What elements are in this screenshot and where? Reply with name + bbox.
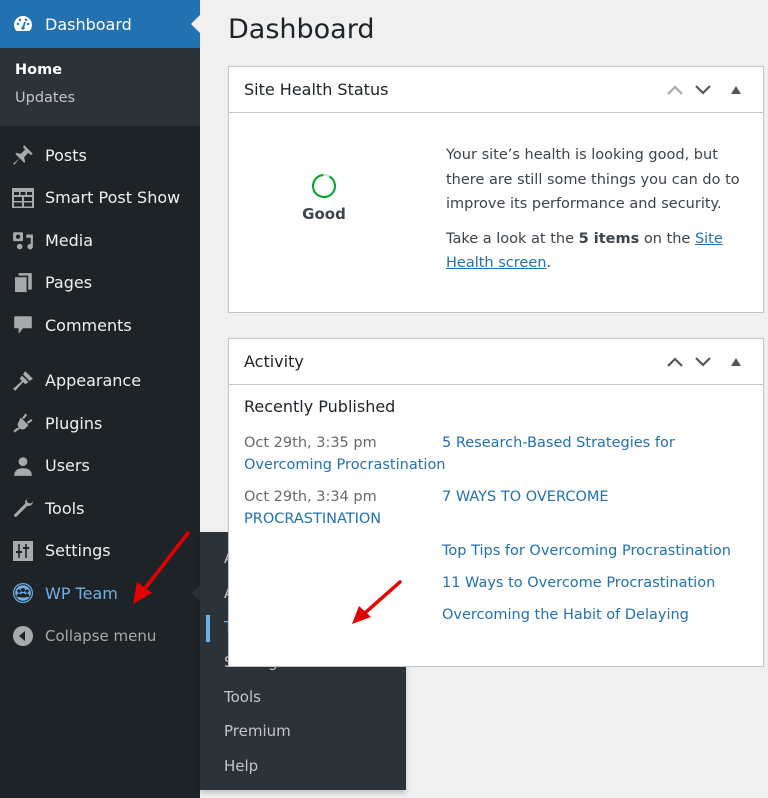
chevron-down-icon [695,84,711,95]
sidebar-item-label: Posts [45,145,87,165]
media-icon [11,228,35,252]
sidebar-item-posts[interactable]: Posts [0,134,200,177]
note-text: Take a look at the [446,230,579,247]
move-up-button[interactable] [661,84,689,96]
post-date: Oct 29th, 3:35 pm [244,435,377,451]
sidebar-item-settings[interactable]: Settings [0,530,200,573]
recently-published-heading: Recently Published [244,397,396,416]
flyout-pointer [192,585,200,601]
plug-icon [11,411,35,435]
flyout-item-help[interactable]: Help [200,749,406,784]
health-content: Good Your site’s health is looking good,… [229,113,763,276]
sidebar-item-label: Users [45,456,90,476]
pin-icon [11,143,35,167]
health-status-label: Good [302,205,346,223]
site-health-widget: Site Health Status Good Your site’s heal… [228,66,764,313]
widget-actions [661,84,749,96]
list-item: Oct 29th, 3:35 pm 5 Research-Based Strate… [244,432,748,476]
note-text: . [546,255,552,271]
health-indicator: Good [229,143,419,276]
submenu-item-updates[interactable]: Updates [0,84,200,112]
move-down-button[interactable] [689,84,717,96]
widget-header: Activity [229,339,763,385]
sidebar-menu: Posts Smart Post Show Media Pages Commen… [0,126,200,657]
sidebar-item-plugins[interactable]: Plugins [0,402,200,445]
health-message: Your site’s health is looking good, but … [419,143,749,276]
sliders-icon [11,539,35,563]
widget-header: Site Health Status [229,67,763,113]
sidebar-item-label: Comments [45,315,132,335]
flyout-item-premium[interactable]: Premium [200,714,406,749]
chevron-up-icon [667,356,683,367]
post-link[interactable]: 11 Ways to Overcome Procrastination [442,575,715,591]
sidebar-item-label: WP Team [45,583,118,603]
list-item: Top Tips for Overcoming Procrastination [244,540,748,562]
dashboard-icon [11,12,35,36]
widget-title: Site Health Status [244,80,389,99]
widget-actions [661,356,749,368]
activity-content: Recently Published Oct 29th, 3:35 pm 5 Re… [229,385,763,626]
collapse-label: Collapse menu [45,626,157,645]
note-text: on the [639,230,695,247]
collapse-menu-button[interactable]: Collapse menu [0,615,200,658]
pages-icon [11,271,35,295]
collapse-icon [11,624,35,648]
widget-title: Activity [244,352,304,371]
sidebar-item-label: Appearance [45,371,142,391]
post-date: Oct 29th, 3:34 pm [244,489,377,505]
comment-icon [11,313,35,337]
sidebar-item-label: Plugins [45,413,103,433]
toggle-panel-button[interactable] [723,357,749,366]
sidebar-item-users[interactable]: Users [0,445,200,488]
sidebar-item-label: Smart Post Show [45,188,181,208]
health-summary: Your site’s health is looking good, but … [446,147,740,212]
toggle-panel-button[interactable] [723,85,749,94]
sidebar-item-label: Pages [45,273,93,293]
health-ring-progress [312,174,336,198]
sidebar-item-tools[interactable]: Tools [0,487,200,530]
sidebar-item-media[interactable]: Media [0,219,200,262]
sidebar-item-dashboard[interactable]: Dashboard [0,0,200,48]
grid-icon [11,186,35,210]
health-progress-ring [312,174,336,198]
move-down-button[interactable] [689,356,717,368]
chevron-down-icon [695,356,711,367]
sidebar-item-comments[interactable]: Comments [0,304,200,347]
user-icon [11,454,35,478]
sidebar-item-pages[interactable]: Pages [0,262,200,305]
sidebar-item-appearance[interactable]: Appearance [0,360,200,403]
items-count: 5 items [578,230,640,247]
wrench-icon [11,496,35,520]
sidebar-item-smart-post-show[interactable]: Smart Post Show [0,177,200,220]
brush-icon [11,369,35,393]
list-item: Oct 29th, 3:34 pm 7 WAYS TO OVERCOME PROC… [244,486,748,530]
submenu-item-home[interactable]: Home [0,56,200,84]
sidebar-item-label: Media [45,230,94,250]
sidebar-item-label: Tools [45,498,85,518]
list-item: Overcoming the Habit of Delaying [244,604,748,626]
chevron-up-icon [667,84,683,95]
dashboard-submenu: Home Updates [0,48,200,126]
post-link[interactable]: Top Tips for Overcoming Procrastination [442,543,731,559]
sidebar-item-label: Dashboard [45,14,132,34]
list-item: 11 Ways to Overcome Procrastination [244,572,748,594]
page-title: Dashboard [228,14,375,45]
sidebar-item-label: Settings [45,541,111,561]
current-menu-pointer [191,15,200,33]
triangle-up-icon [731,357,741,366]
admin-sidebar: Dashboard Home Updates Posts Smart Post … [0,0,200,798]
flyout-item-tools[interactable]: Tools [200,679,406,714]
triangle-up-icon [731,85,741,94]
activity-widget: Activity Recently Published Oct 29th, 3:… [228,338,764,667]
sidebar-item-wp-team[interactable]: WP Team [0,572,200,615]
health-items-note: Take a look at the 5 items on the Site H… [446,227,749,276]
team-icon [11,581,35,605]
move-up-button[interactable] [661,356,689,368]
post-link[interactable]: Overcoming the Habit of Delaying [442,607,689,623]
